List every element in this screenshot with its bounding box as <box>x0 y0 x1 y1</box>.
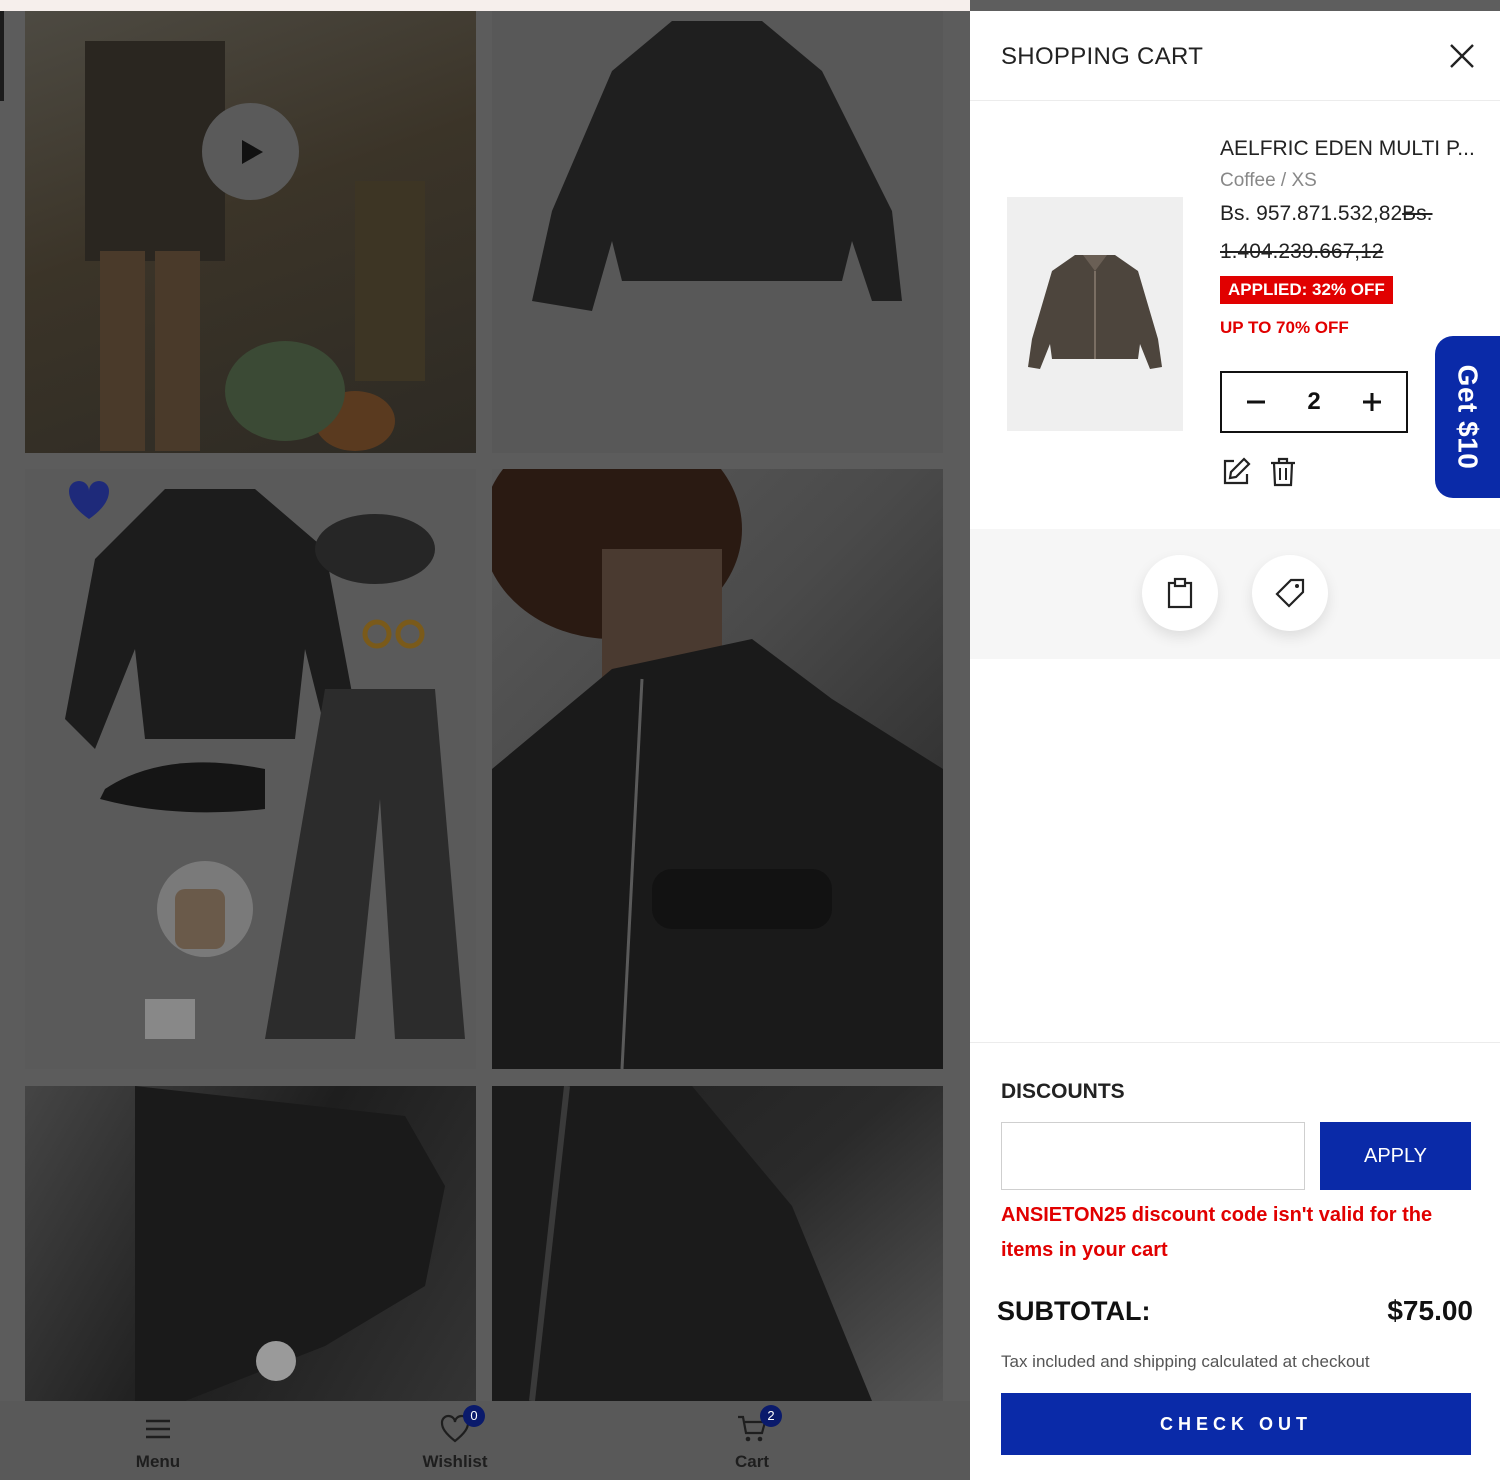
discount-code-input[interactable] <box>1001 1122 1305 1190</box>
product-image-back[interactable] <box>492 11 943 453</box>
tax-note: Tax included and shipping calculated at … <box>1001 1352 1370 1371</box>
cart-count-badge: 2 <box>760 1405 782 1427</box>
edit-icon <box>1223 457 1251 485</box>
close-cart-button[interactable] <box>1448 42 1476 70</box>
cart-icon: 2 <box>736 1405 782 1445</box>
compare-price: 1.404.239.667,12 <box>1220 240 1384 263</box>
menu-icon <box>142 1413 174 1445</box>
close-icon <box>1450 44 1474 68</box>
clipboard-icon <box>1167 577 1193 609</box>
play-video-button[interactable] <box>202 103 299 200</box>
lifestyle-photo <box>85 41 425 451</box>
plus-icon <box>1362 393 1381 411</box>
cart-item-name[interactable]: AELFRIC EDEN MULTI P... <box>1220 137 1475 161</box>
cart-header: SHOPPING CART <box>970 11 1500 101</box>
checkout-button[interactable]: CHECK OUT <box>1001 1393 1471 1455</box>
jacket-thumbnail <box>1028 255 1162 369</box>
product-gallery <box>0 11 970 1401</box>
cart-item-variant: Coffee / XS <box>1220 170 1317 191</box>
subtotal-label: SUBTOTAL: <box>997 1296 1151 1326</box>
tag-icon <box>1275 578 1305 608</box>
bottom-navigation: Menu 0 Wishlist 2 Cart <box>0 1401 970 1480</box>
jacket-back-photo <box>532 21 902 311</box>
product-video-thumbnail[interactable] <box>25 11 476 453</box>
nav-cart[interactable]: 2 Cart <box>692 1405 812 1472</box>
product-image-sleeve[interactable] <box>25 1086 476 1401</box>
promo-text: UP TO 70% OFF <box>1220 318 1349 337</box>
cart-line-item: AELFRIC EDEN MULTI P... Coffee / XS Bs. … <box>970 101 1500 529</box>
outfit-flatlay-photo <box>65 481 465 1039</box>
remove-item-button[interactable] <box>1267 456 1299 488</box>
product-image-detail[interactable] <box>492 1086 943 1401</box>
wishlist-count-badge: 0 <box>463 1405 485 1427</box>
discount-error-message: ANSIETON25 discount code isn't valid for… <box>1001 1204 1433 1261</box>
edit-item-button[interactable] <box>1220 456 1252 488</box>
compare-price-prefix: Bs. <box>1402 202 1433 225</box>
cart-drawer: SHOPPING CART AELFRIC EDEN MULTI P... Co… <box>970 11 1500 1480</box>
cart-item-price: Bs. 957.871.532,82Bs. <box>1220 202 1433 226</box>
top-strip <box>0 0 970 11</box>
quantity-stepper: 2 <box>1220 371 1408 433</box>
apply-discount-button[interactable]: APPLY <box>1320 1122 1471 1190</box>
subtotal-value: $75.00 <box>1387 1295 1473 1326</box>
get-10-side-tab[interactable]: Get $10 <box>1435 336 1500 498</box>
decrease-quantity-button[interactable] <box>1236 382 1276 422</box>
cart-tools <box>970 529 1500 659</box>
zipper-detail-photo <box>492 1086 872 1401</box>
coupon-button[interactable] <box>1252 555 1328 631</box>
quantity-value[interactable]: 2 <box>1307 388 1320 416</box>
product-image-model[interactable] <box>492 469 943 1069</box>
applied-discount-badge: APPLIED: 32% OFF <box>1220 276 1393 304</box>
product-image-outfit[interactable] <box>25 469 476 1069</box>
increase-quantity-button[interactable] <box>1352 382 1392 422</box>
cart-title: SHOPPING CART <box>1001 43 1204 70</box>
order-note-button[interactable] <box>1142 555 1218 631</box>
get-10-label: Get $10 <box>1452 364 1484 470</box>
play-icon <box>241 139 263 164</box>
heart-icon: 0 <box>439 1405 485 1445</box>
cart-item-image[interactable] <box>1007 197 1183 431</box>
model-wearing-jacket-photo <box>492 469 943 1069</box>
nav-menu-label: Menu <box>135 1452 181 1471</box>
nav-menu[interactable]: Menu <box>98 1413 218 1472</box>
nav-cart-label: Cart <box>734 1452 769 1471</box>
cart-footer: DISCOUNTS APPLY ANSIETON25 discount code… <box>970 1042 1500 1480</box>
discounts-title: DISCOUNTS <box>1001 1080 1125 1103</box>
nav-wishlist[interactable]: 0 Wishlist <box>395 1405 515 1472</box>
sale-price: Bs. 957.871.532,82 <box>1220 202 1403 225</box>
nav-wishlist-label: Wishlist <box>422 1452 488 1471</box>
sleeve-detail-photo <box>135 1086 445 1401</box>
minus-icon <box>1247 400 1265 404</box>
trash-icon <box>1271 457 1295 487</box>
left-edge <box>0 11 4 101</box>
